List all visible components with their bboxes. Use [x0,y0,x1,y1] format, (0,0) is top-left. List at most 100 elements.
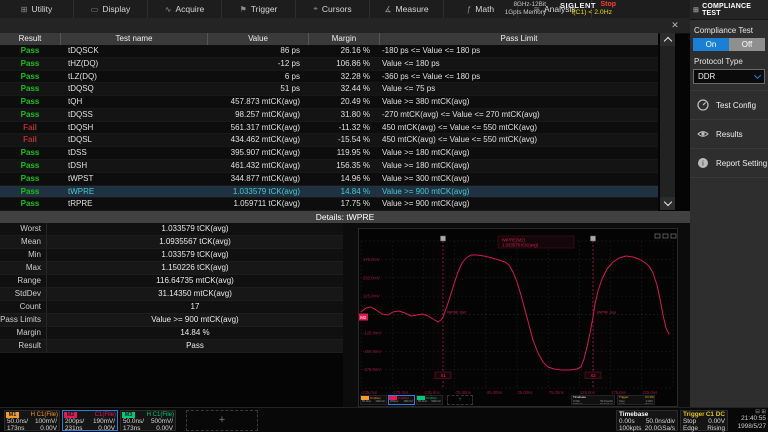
menu-item-trigger[interactable]: ⚑ Trigger [222,0,296,18]
protocol-type-label: Protocol Type [694,57,768,66]
margin-cell: -15.54 % [306,134,376,146]
measure-icon: ∡ [384,5,391,14]
value-cell: 1.059711 tCK(avg) [206,198,306,210]
table-row[interactable]: PasstDSS395.907 mtCK(avg)119.95 %Value >… [0,147,658,160]
table-row[interactable]: PasstDQSS98.257 mtCK(avg)31.80 %-270 mtC… [0,109,658,122]
details-label: StdDev [0,288,47,300]
close-icon[interactable]: ✕ [668,19,682,31]
channel-box-m3[interactable]: M3H C1(File)50.0ns/500mV/173ns0.00V [120,410,176,431]
results-scrollbar[interactable] [660,33,675,210]
table-row[interactable]: PasstWPRE1.033579 tCK(avg)14.84 %Value >… [0,186,658,199]
table-row[interactable]: PasstQH457.873 mtCK(avg)20.49 %Value >= … [0,96,658,109]
margin-cell: 156.35 % [306,160,376,172]
test-name-cell: tDSH [60,160,206,172]
protocol-type-dropdown[interactable]: DDR [693,69,765,84]
details-label: Pass Limits [0,314,47,326]
column-header-margin: Margin [309,33,380,45]
menu-item-label: Cursors [322,4,352,14]
menu-item-label: Acquire [175,4,204,14]
svg-text:-125.0mV: -125.0mV [363,330,381,335]
waveform-plot: 376.0mV250.0mV125.0mV-125.0mV-250.0mV-37… [359,229,677,395]
sidebar-item-test-config[interactable]: Test Config [690,90,768,120]
svg-text:X2: X2 [590,373,596,378]
result-cell: Pass [0,58,60,70]
timebase-scale: 50.0ns/div [646,418,675,425]
menu-item-cursors[interactable]: ⌖ Cursors [296,0,370,18]
sidebar-item-label: Report Setting [716,159,767,168]
result-cell: Pass [0,147,60,159]
pass-limit-cell: -180 ps <= Value <= 180 ps [376,45,658,57]
timebase-srate: 20.0GSa/s [645,425,675,432]
compliance-toggle: On Off [693,38,765,51]
details-row: Min1.033579 tCK(avg) [0,249,343,262]
value-cell: -12 ps [206,58,306,70]
pass-limit-cell: Value <= 180 ps [376,58,658,70]
toggle-off-button[interactable]: Off [729,38,765,51]
menu-item-label: Display [102,4,130,14]
add-channel-button[interactable]: + [186,410,258,431]
svg-text:1.033579 tCK(avg): 1.033579 tCK(avg) [502,243,539,248]
sidebar-item-results[interactable]: Results [690,120,768,149]
test-name-cell: tHZ(DQ) [60,58,206,70]
test-name-cell: tWPST [60,173,206,185]
details-value: Pass [47,340,343,352]
pass-limit-cell: 450 mtCK(avg) <= Value <= 550 mtCK(avg) [376,122,658,134]
mini-timebase-chip: Timebase 0.00s50.0ns/div 100kpts20.0GSa/… [571,395,615,405]
toggle-on-button[interactable]: On [693,38,729,51]
details-label: Margin [0,327,47,339]
channel-box-m2[interactable]: M2C1(File)200ps/190mV/231ns0.00V [62,410,118,431]
table-row[interactable]: PasstDQSCK86 ps26.16 %-180 ps <= Value <… [0,45,658,58]
acq-status-badge: Stop [600,1,616,8]
menu-item-acquire[interactable]: ∿Acquire [148,0,222,18]
table-row[interactable]: FailtDQSH561.317 mtCK(avg)-11.32 %450 mt… [0,122,658,135]
details-label: Result [0,340,47,352]
pass-limit-cell: Value <= 75 ps [376,83,658,95]
details-value: 1.033579 tCK(avg) [47,249,343,261]
scroll-up-icon[interactable] [660,33,675,46]
menu-item-utility[interactable]: ⊞Utility [0,0,74,18]
margin-cell: 26.16 % [306,45,376,57]
chevron-down-icon [754,72,761,79]
table-row[interactable]: PasstHZ(DQ)-12 ps106.86 %Value <= 180 ps [0,58,658,71]
details-value: 1.0935567 tCK(avg) [47,236,343,248]
svg-text:250.0mV: 250.0mV [363,275,380,280]
value-cell: 457.873 mtCK(avg) [206,96,306,108]
sidebar-item-report-setting[interactable]: iReport Setting [690,149,768,178]
details-value: 116.64735 mtCK(avg) [47,275,343,287]
details-label: Min [0,249,47,261]
details-label: Count [0,301,47,313]
results-panel-titlebar: ✕ [0,18,690,34]
timebase-box[interactable]: Timebase 0.00s50.0ns/div 100kpts20.0GSa/… [616,410,678,431]
details-value: 17 [47,301,343,313]
table-row[interactable]: FailtDQSL434.462 mtCK(avg)-15.54 %450 mt… [0,134,658,147]
result-cell: Pass [0,173,60,185]
result-cell: Pass [0,198,60,210]
menu-item-label: Trigger [251,4,278,14]
acquire-icon: ∿ [165,5,172,14]
table-row[interactable]: PasstDSH461.432 mtCK(avg)156.35 %Value >… [0,160,658,173]
details-value: 1.150226 tCK(avg) [47,262,343,274]
pass-limit-cell: Value >= 180 mtCK(avg) [376,147,658,159]
margin-cell: 17.75 % [306,198,376,210]
pass-limit-cell: 450 mtCK(avg) <= Value <= 550 mtCK(avg) [376,134,658,146]
table-row[interactable]: PasstWPST344.877 mtCK(avg)14.96 %Value >… [0,173,658,186]
svg-text:M2: M2 [360,315,367,320]
table-row[interactable]: PasstDQSQ51 ps32.44 %Value <= 75 ps [0,83,658,96]
channel-box-m1[interactable]: M1H C1(File)50.0ns/100mV/173ns0.00V [4,410,60,431]
column-header-pass-limit: Pass Limit [380,33,658,45]
menu-item-display[interactable]: ▭Display [74,0,148,18]
table-row[interactable]: PasstLZ(DQ)6 ps32.28 %-360 ps <= Value <… [0,71,658,84]
test-name-cell: tDQSL [60,134,206,146]
trigger-box[interactable]: TriggerC1 DC Stop0.00V EdgeRising [680,410,728,431]
result-cell: Pass [0,83,60,95]
details-table: Worst1.033579 tCK(avg)Mean1.0935567 tCK(… [0,223,343,343]
pin-icon: ⊞ [693,6,699,14]
details-row: Max1.150226 tCK(avg) [0,262,343,275]
column-header-result: Result [0,33,61,45]
scroll-down-icon[interactable] [660,197,675,210]
cursors-icon: ⌖ [313,4,318,14]
test-name-cell: tQH [60,96,206,108]
trigger-icon: ⚑ [240,5,247,14]
table-row[interactable]: PasstRPRE1.059711 tCK(avg)17.75 %Value >… [0,198,658,211]
menu-item-measure[interactable]: ∡Measure [370,0,444,18]
